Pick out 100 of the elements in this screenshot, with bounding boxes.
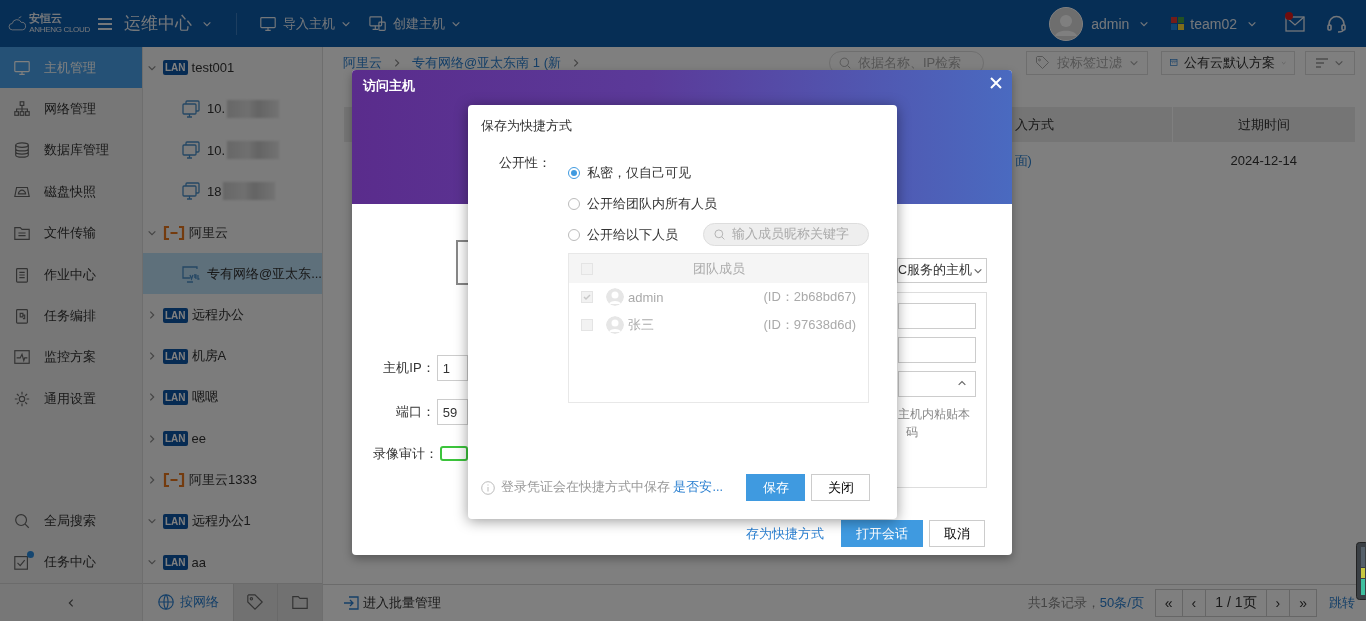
table-link[interactable]: 面): [1014, 152, 1032, 168]
user-menu[interactable]: admin: [1091, 15, 1150, 32]
tree-item[interactable]: 阿里云: [143, 211, 322, 254]
footer-note: 登录凭证会在快捷方式中保存 是否安...: [501, 479, 723, 496]
network-icon: [13, 100, 31, 119]
pager-button[interactable]: «: [1154, 589, 1183, 617]
tag-icon: [246, 593, 265, 612]
radio-label[interactable]: 私密，仅自己可见: [587, 163, 691, 182]
collapse-icon[interactable]: [66, 597, 76, 608]
security-link[interactable]: 是否安...: [673, 480, 723, 494]
breadcrumb-link[interactable]: 阿里云: [343, 53, 382, 72]
nav-item[interactable]: 文件传输: [0, 212, 142, 254]
dialog-title: 保存为快捷方式: [480, 117, 573, 135]
tree-item[interactable]: 专有网络@亚太东...: [143, 253, 322, 295]
save-shortcut-link[interactable]: 存为快捷方式: [746, 524, 824, 543]
toolbar-button[interactable]: 创建主机: [369, 14, 461, 33]
cancel-button[interactable]: 取消: [929, 520, 985, 547]
nav-item[interactable]: 通用设置: [0, 378, 142, 420]
settings-icon: [13, 389, 31, 408]
nav-item[interactable]: 任务编排: [0, 295, 142, 337]
tree-item[interactable]: LAN aa: [143, 541, 322, 584]
close-icon[interactable]: [990, 77, 1002, 89]
tree-item[interactable]: 10.: [143, 88, 322, 130]
input-field[interactable]: 59: [436, 399, 468, 425]
monitor-icon: [259, 14, 277, 33]
checkbox[interactable]: [581, 291, 593, 303]
database-icon: [13, 141, 31, 160]
scheme-dropdown[interactable]: 公有云默认方案: [1161, 50, 1295, 75]
tree-tab[interactable]: [277, 584, 322, 621]
member-name: 张三: [628, 316, 654, 334]
field-label: 录像审计：: [372, 444, 440, 463]
lan-badge: LAN: [163, 60, 188, 76]
tree-tab[interactable]: [232, 584, 278, 621]
clipboard-icon: [13, 265, 31, 284]
save-button[interactable]: 保存: [746, 474, 805, 501]
nav-item[interactable]: 磁盘快照: [0, 171, 142, 213]
nav-item[interactable]: 监控方案: [0, 336, 142, 379]
chevron-icon: [571, 57, 581, 68]
host-type-dropdown[interactable]: C服务的主机: [897, 258, 988, 283]
team-logo-icon: [1171, 17, 1185, 30]
radio-label[interactable]: 公开给以下人员: [587, 225, 678, 244]
batch-manage-link[interactable]: 进入批量管理: [343, 594, 441, 612]
tree-item[interactable]: 10.: [143, 129, 322, 171]
monitor-icon: [181, 140, 201, 161]
team-menu[interactable]: team02: [1190, 15, 1257, 32]
breadcrumb-link[interactable]: 专有网络@亚太东南 1 (新: [412, 53, 561, 72]
input-field[interactable]: [898, 337, 977, 363]
nav-item[interactable]: 全局搜索: [0, 500, 142, 542]
avatar-icon: [606, 316, 624, 334]
pager-button[interactable]: 1 / 1页: [1205, 589, 1267, 617]
close-button[interactable]: 关闭: [811, 474, 870, 501]
column-header: 过期时间: [1238, 116, 1290, 132]
tree-item[interactable]: LAN test001: [143, 47, 322, 89]
calendar-icon: [1170, 56, 1178, 69]
nav-item[interactable]: 网络管理: [0, 88, 142, 130]
tree-item[interactable]: LAN 远程办公1: [143, 500, 322, 542]
module-switcher[interactable]: 运维中心: [124, 12, 212, 35]
mail-icon[interactable]: [1285, 15, 1305, 32]
tree-item[interactable]: 18: [143, 170, 322, 212]
sort-icon: [1316, 57, 1328, 68]
tree-item[interactable]: LAN ee: [143, 418, 322, 460]
pager-button[interactable]: ›: [1265, 589, 1291, 617]
column-header: 入方式: [1015, 116, 1054, 132]
nav-item[interactable]: 数据库管理: [0, 129, 142, 172]
menu-icon[interactable]: [98, 17, 112, 30]
tree-item[interactable]: LAN 机房A: [143, 335, 322, 377]
input-field[interactable]: 1: [436, 355, 468, 381]
folder-icon: [13, 224, 31, 243]
side-widget-drawing[interactable]: [1356, 542, 1366, 600]
enter-icon: [343, 596, 359, 610]
avatar-icon: [606, 288, 624, 306]
nav-item[interactable]: 主机管理: [0, 47, 142, 89]
toolbar-button[interactable]: 导入主机: [259, 14, 351, 33]
tree-item[interactable]: LAN 远程办公: [143, 294, 322, 336]
sort-button[interactable]: [1305, 50, 1355, 75]
bracket-logo-icon: [163, 224, 185, 241]
member-name: admin: [628, 289, 664, 305]
nav-item[interactable]: 作业中心: [0, 253, 142, 296]
record-count: 共1条记录，: [1027, 594, 1100, 612]
search-icon: [13, 511, 31, 530]
chevron-icon: [147, 474, 157, 485]
jump-link[interactable]: 跳转: [1329, 594, 1355, 612]
pager-button[interactable]: ‹: [1181, 589, 1207, 617]
clipboard-icon: [13, 307, 31, 326]
page-size-link[interactable]: 50条/页: [1099, 594, 1144, 612]
column-header: 团队成员: [691, 259, 746, 278]
dialog-title: 访问主机: [363, 77, 415, 95]
checkbox[interactable]: [581, 319, 593, 331]
nav-item[interactable]: 任务中心: [0, 541, 142, 583]
pager-button[interactable]: »: [1289, 589, 1317, 617]
open-session-button[interactable]: 打开会话: [841, 520, 923, 547]
lan-badge: LAN: [163, 390, 188, 405]
radio-label[interactable]: 公开给团队内所有人员: [587, 194, 717, 213]
logo-text: 安恒云: [29, 13, 64, 24]
headset-icon[interactable]: [1327, 14, 1346, 33]
tree-item[interactable]: 阿里云1333: [143, 459, 322, 501]
input-field[interactable]: [898, 303, 977, 329]
dropdown-field[interactable]: [898, 371, 977, 397]
globe-icon: [156, 593, 175, 612]
tree-item[interactable]: LAN 嗯嗯: [143, 376, 322, 419]
